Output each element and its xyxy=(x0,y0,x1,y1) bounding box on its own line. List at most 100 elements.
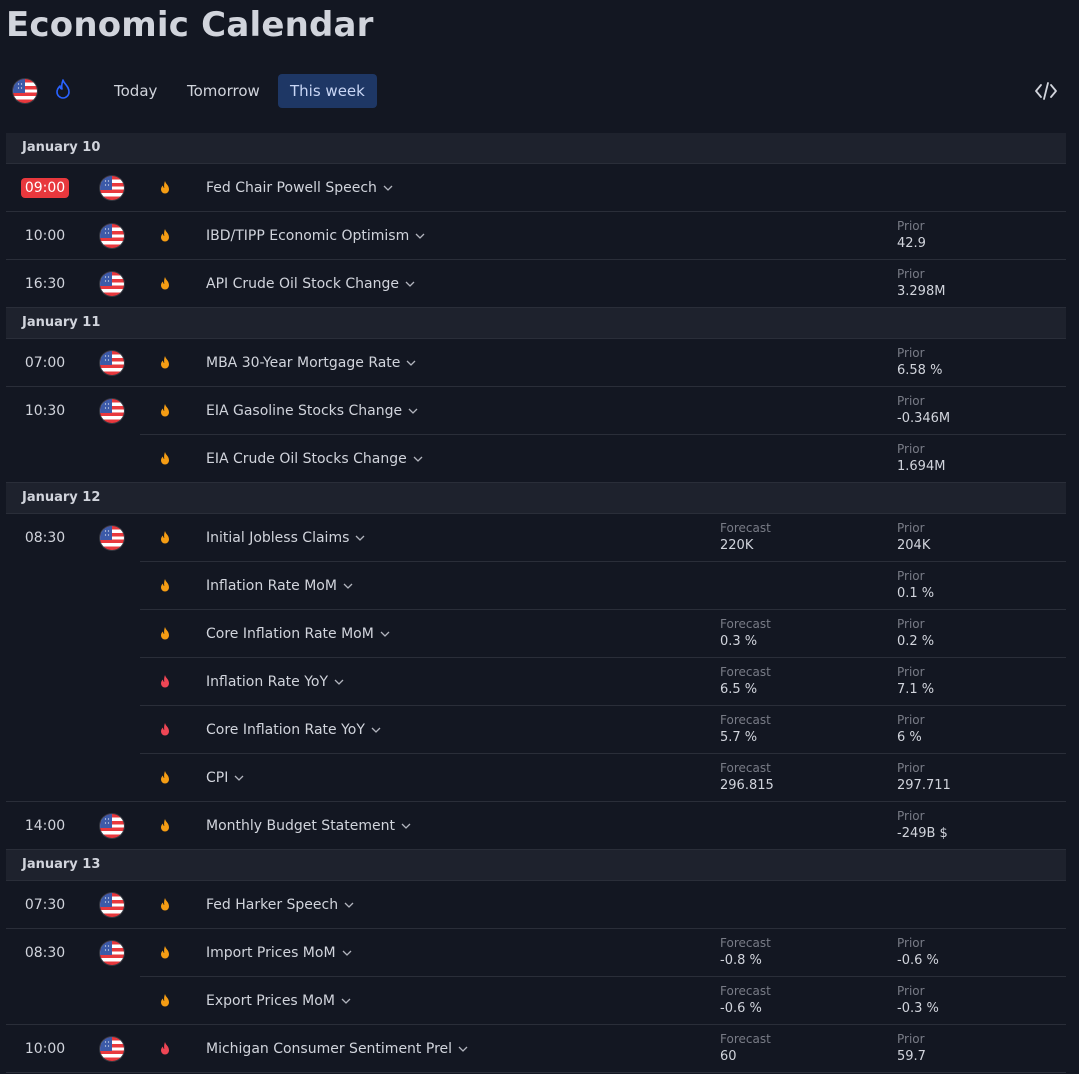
prior-label: Prior xyxy=(897,761,925,775)
prior-block: Prior 7.1 % xyxy=(897,664,934,699)
chevron-down-icon[interactable] xyxy=(400,355,416,371)
event-name[interactable]: Monthly Budget Statement xyxy=(206,802,411,850)
forecast-label: Forecast xyxy=(720,761,771,775)
event-row[interactable]: EIA Crude Oil Stocks Change Prior 1.694M xyxy=(6,435,1066,483)
us-flag-icon[interactable] xyxy=(13,79,37,103)
chevron-down-icon[interactable] xyxy=(452,1041,468,1057)
chevron-down-icon[interactable] xyxy=(349,530,365,546)
event-row[interactable]: CPI Forecast 296.815 Prior 297.711 xyxy=(6,754,1066,802)
event-name[interactable]: Inflation Rate MoM xyxy=(206,562,353,610)
event-row[interactable]: Core Inflation Rate MoM Forecast 0.3 % Prio… xyxy=(6,610,1066,658)
event-name[interactable]: Core Inflation Rate YoY xyxy=(206,706,381,754)
tab-tomorrow[interactable]: Tomorrow xyxy=(175,74,272,108)
event-time: 14:00 xyxy=(6,802,84,836)
prior-value: -0.3 % xyxy=(897,1001,939,1016)
event-name[interactable]: Initial Jobless Claims xyxy=(206,514,365,562)
date-header: January 12 xyxy=(6,483,1066,514)
event-name[interactable]: Core Inflation Rate MoM xyxy=(206,610,390,658)
prior-label: Prior xyxy=(897,665,925,679)
chevron-down-icon[interactable] xyxy=(409,228,425,244)
forecast-block: Forecast 220K xyxy=(720,520,771,555)
code-embed-icon[interactable] xyxy=(1034,80,1058,102)
event-name[interactable]: CPI xyxy=(206,754,244,802)
event-group: 09:00 Fed Chair Powell Speech xyxy=(6,164,1066,212)
chevron-down-icon[interactable] xyxy=(377,180,393,196)
event-row[interactable]: 10:00 IBD/TIPP Economic Optimism Prior 42.9 xyxy=(6,212,1066,260)
chevron-down-icon[interactable] xyxy=(337,578,353,594)
event-row[interactable]: Inflation Rate YoY Forecast 6.5 % Prior 7.1 … xyxy=(6,658,1066,706)
chevron-down-icon[interactable] xyxy=(395,818,411,834)
prior-block: Prior 6 % xyxy=(897,712,925,747)
event-time: 08:30 xyxy=(6,514,84,548)
forecast-block: Forecast 296.815 xyxy=(720,760,774,795)
tab-today[interactable]: Today xyxy=(102,74,169,108)
event-group: 10:00 IBD/TIPP Economic Optimism Prior 42.9 xyxy=(6,212,1066,260)
event-time: 10:00 xyxy=(6,212,84,246)
prior-block: Prior 59.7 xyxy=(897,1031,926,1066)
event-name-label: Core Inflation Rate YoY xyxy=(206,722,365,738)
event-name[interactable]: Fed Chair Powell Speech xyxy=(206,164,393,212)
event-row[interactable]: 14:00 Monthly Budget Statement Prior -249B … xyxy=(6,802,1066,850)
chevron-down-icon[interactable] xyxy=(336,945,352,961)
forecast-label: Forecast xyxy=(720,984,771,998)
event-row[interactable]: 10:30 EIA Gasoline Stocks Change Prior -0.3… xyxy=(6,387,1066,435)
event-name[interactable]: Import Prices MoM xyxy=(206,929,352,977)
chevron-down-icon[interactable] xyxy=(399,276,415,292)
prior-block: Prior 6.58 % xyxy=(897,345,942,380)
event-row[interactable]: 16:30 API Crude Oil Stock Change Prior 3.29… xyxy=(6,260,1066,308)
event-group: 16:30 API Crude Oil Stock Change Prior 3.29… xyxy=(6,260,1066,308)
event-name[interactable]: EIA Gasoline Stocks Change xyxy=(206,387,418,435)
forecast-value: 60 xyxy=(720,1049,737,1064)
event-name[interactable]: Michigan Consumer Sentiment Prel xyxy=(206,1025,468,1073)
event-row[interactable]: 10:00 Michigan Consumer Sentiment Prel For… xyxy=(6,1025,1066,1073)
chevron-down-icon[interactable] xyxy=(365,722,381,738)
event-row[interactable]: 08:30 Initial Jobless Claims Forecast 220K P… xyxy=(6,514,1066,562)
prior-value: 7.1 % xyxy=(897,682,935,697)
chevron-down-icon[interactable] xyxy=(402,403,418,419)
prior-block: Prior 0.2 % xyxy=(897,616,934,651)
time-label: 08:30 xyxy=(24,945,66,961)
prior-label: Prior xyxy=(897,1032,925,1046)
forecast-block: Forecast -0.6 % xyxy=(720,983,771,1018)
event-name[interactable]: EIA Crude Oil Stocks Change xyxy=(206,435,423,483)
forecast-value: -0.8 % xyxy=(720,953,762,968)
event-name[interactable]: Fed Harker Speech xyxy=(206,881,354,929)
us-flag-icon xyxy=(100,176,124,200)
event-row[interactable]: 08:30 Import Prices MoM Forecast -0.8 % Prio… xyxy=(6,929,1066,977)
us-flag-icon xyxy=(100,1037,124,1061)
event-row[interactable]: 09:00 Fed Chair Powell Speech xyxy=(6,164,1066,212)
event-name[interactable]: Inflation Rate YoY xyxy=(206,658,344,706)
chevron-down-icon[interactable] xyxy=(374,626,390,642)
event-row[interactable]: 07:30 Fed Harker Speech xyxy=(6,881,1066,929)
event-group: 08:30 Import Prices MoM Forecast -0.8 % Prio… xyxy=(6,929,1066,1025)
event-name-label: Fed Chair Powell Speech xyxy=(206,180,377,196)
us-flag-icon xyxy=(100,814,124,838)
prior-value: 6.58 % xyxy=(897,363,943,378)
event-row[interactable]: Export Prices MoM Forecast -0.6 % Prior -0.3… xyxy=(6,977,1066,1025)
us-flag-icon xyxy=(100,224,124,248)
event-row[interactable]: Inflation Rate MoM Prior 0.1 % xyxy=(6,562,1066,610)
chevron-down-icon[interactable] xyxy=(328,674,344,690)
tab-this-week[interactable]: This week xyxy=(278,74,377,108)
prior-block: Prior 3.298M xyxy=(897,266,945,301)
chevron-down-icon[interactable] xyxy=(338,897,354,913)
event-row[interactable]: 07:00 MBA 30-Year Mortgage Rate Prior 6.58 … xyxy=(6,339,1066,387)
event-name[interactable]: MBA 30-Year Mortgage Rate xyxy=(206,339,416,387)
prior-value: 59.7 xyxy=(897,1049,926,1064)
event-name-label: Fed Harker Speech xyxy=(206,897,339,913)
forecast-value: 6.5 % xyxy=(720,682,758,697)
chevron-down-icon[interactable] xyxy=(228,770,244,786)
event-name[interactable]: Export Prices MoM xyxy=(206,977,351,1025)
fire-filter-icon[interactable] xyxy=(51,78,75,104)
chevron-down-icon[interactable] xyxy=(407,451,423,467)
event-name[interactable]: IBD/TIPP Economic Optimism xyxy=(206,212,425,260)
chevron-down-icon[interactable] xyxy=(335,993,351,1009)
event-group: 10:00 Michigan Consumer Sentiment Prel For… xyxy=(6,1025,1066,1073)
prior-block: Prior 42.9 xyxy=(897,218,926,253)
prior-block: Prior 1.694M xyxy=(897,441,945,476)
event-name[interactable]: API Crude Oil Stock Change xyxy=(206,260,415,308)
date-header: January 10 xyxy=(6,133,1066,164)
event-name-label: Inflation Rate YoY xyxy=(206,674,329,690)
prior-value: 6 % xyxy=(897,730,922,745)
event-row[interactable]: Core Inflation Rate YoY Forecast 5.7 % Prio… xyxy=(6,706,1066,754)
